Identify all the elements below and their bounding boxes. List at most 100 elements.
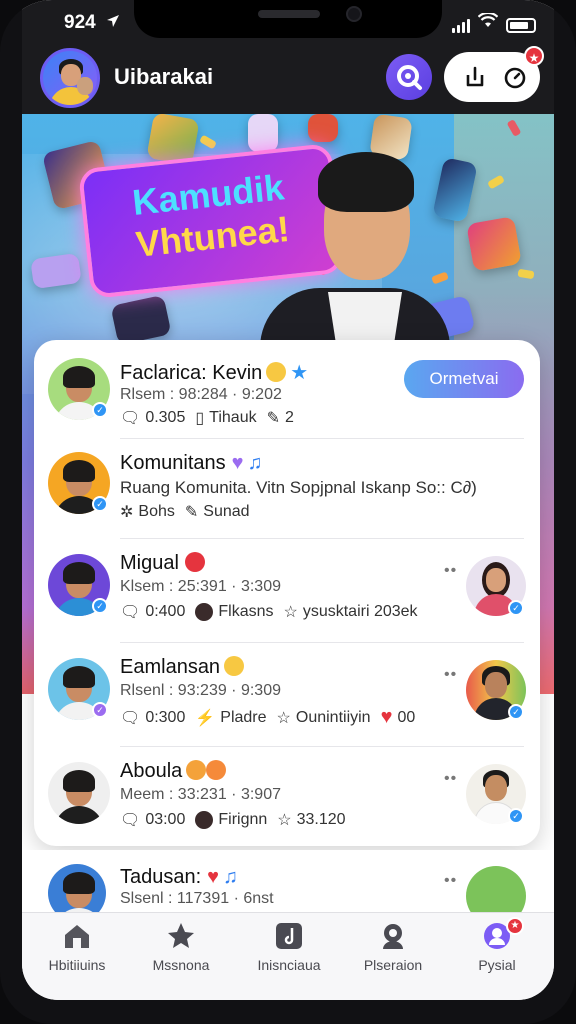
camera-notch xyxy=(134,0,442,38)
status-time: 924 xyxy=(64,12,96,33)
item-name: Migual xyxy=(120,552,205,575)
comment-icon: 🗨 xyxy=(120,812,141,829)
pin-icon: ✎ xyxy=(266,410,281,427)
item-meta: Rlsenl : 93:239 · 9:309 xyxy=(120,682,281,699)
comment-stat[interactable]: 🗨 0:300 xyxy=(120,708,185,728)
item-name: Aboula xyxy=(120,760,227,783)
avatar[interactable] xyxy=(48,762,110,824)
nav-item-music[interactable]: Inisnciaua xyxy=(234,921,344,973)
mini-avatar-icon xyxy=(195,811,214,829)
device-stat[interactable]: ▯ Tihauk xyxy=(195,408,256,428)
bottom-nav: Hbitiiuins Mssnona Inisnciaua Plseraion … xyxy=(22,912,554,1000)
more-options-icon[interactable]: •• xyxy=(444,770,457,788)
music-icon xyxy=(276,923,302,949)
smile-emoji-icon xyxy=(224,656,245,676)
gear-stat[interactable]: ✲ Bohs xyxy=(120,502,175,522)
nav-item-account[interactable]: Pysial ★ xyxy=(442,917,552,973)
item-stats: 🗨 0.305 ▯ Tihauk ✎ 2 xyxy=(120,408,294,428)
jar-tile-image xyxy=(248,114,278,152)
more-options-icon[interactable]: •• xyxy=(444,562,457,580)
verified-badge-icon: ✓ xyxy=(508,600,524,616)
list-item[interactable]: ✓ Eamlansan Rlsenl : 93:239 · 9:309 🗨 0:3… xyxy=(34,644,540,748)
search-icon xyxy=(397,65,422,90)
feed-card: ✓ Faclarica: Kevin ★ Rlsem : 98:284 · 9:2… xyxy=(34,340,540,846)
item-meta: Slsenl : 117391 · 6nst xyxy=(120,890,274,907)
item-stats: 🗨 0:300 ⚡ Pladre ☆ Ounintiiyin ♥ 00 xyxy=(120,706,415,729)
music-note-icon: ♫ xyxy=(223,866,239,888)
card-tile-image xyxy=(308,114,338,142)
item-name: Tadusan: ♥ ♫ xyxy=(120,866,239,888)
item-meta: Ruang Komunita. Vitn Sopjpnal Iskanp So:… xyxy=(120,478,477,497)
comment-icon: 🗨 xyxy=(120,604,141,621)
star-stat[interactable]: ☆ Ounintiiyin xyxy=(277,708,371,728)
header-actions: ★ xyxy=(444,46,544,102)
list-item[interactable]: ✓ Komunitans ♥ ♫ Ruang Komunita. Vitn Sopj… xyxy=(34,440,540,540)
list-item[interactable]: Aboula Meem : 33:231 · 3:907 🗨 03:00 Firi… xyxy=(34,748,540,846)
list-item[interactable]: ✓ Migual Klsem : 25:391 · 3:309 🗨 0:400 F… xyxy=(34,540,540,644)
pin-stat[interactable]: ✎ 2 xyxy=(267,408,294,428)
heart-icon: ♥ xyxy=(231,452,244,474)
item-meta: Klsem : 25:391 · 3:309 xyxy=(120,578,281,595)
nav-label: Pysial xyxy=(478,957,516,973)
list-item[interactable]: Tadusan: ♥ ♫ Slsenl : 117391 · 6nst •• xyxy=(22,850,554,926)
phone-frame: 924 Uibarakai ★ Kamudik Vhtunea! ✓ Facla… xyxy=(0,0,576,1024)
star-stat[interactable]: ☆ ysusktairi 203ek xyxy=(283,602,417,622)
star-stat[interactable]: ☆ 33.120 xyxy=(277,810,345,830)
verified-badge-icon: ✓ xyxy=(92,702,108,718)
status-bar: 924 xyxy=(22,0,554,44)
user-stat[interactable]: Firignn xyxy=(195,811,267,829)
nav-label: Hbitiiuins xyxy=(48,957,106,973)
location-arrow-icon xyxy=(106,14,120,33)
star-outline-icon: ☆ xyxy=(277,812,292,829)
edit-stat[interactable]: ✎ Sunad xyxy=(185,502,250,522)
app-header: Uibarakai ★ xyxy=(22,44,554,114)
wifi-icon xyxy=(477,11,499,33)
verified-badge-icon: ✓ xyxy=(508,704,524,720)
item-meta: Meem : 33:231 · 3:907 xyxy=(120,786,281,803)
device-icon: ▯ xyxy=(195,410,205,427)
nav-item-favorites[interactable]: Mssnona xyxy=(126,921,236,973)
star-icon xyxy=(168,923,194,948)
search-button[interactable] xyxy=(386,54,432,100)
comment-stat[interactable]: 🗨 03:00 xyxy=(120,810,185,830)
wink-emoji-icon xyxy=(206,760,227,780)
music-note-icon: ♫ xyxy=(247,452,263,474)
star-badge-icon: ★ xyxy=(290,362,309,384)
item-name: Faclarica: Kevin ★ xyxy=(120,362,309,384)
nav-label: Plseraion xyxy=(363,957,423,973)
more-options-icon[interactable]: •• xyxy=(444,872,457,890)
bolt-stat[interactable]: ⚡ Pladre xyxy=(195,708,266,728)
verified-badge-icon: ✓ xyxy=(508,808,524,824)
heart-stat[interactable]: ♥ 00 xyxy=(381,706,416,729)
user-stat[interactable]: Flkasns xyxy=(195,603,273,621)
edit-icon: ✎ xyxy=(184,504,199,521)
signal-icon xyxy=(452,19,470,33)
share-icon[interactable] xyxy=(462,64,488,90)
item-stats: 🗨 0:400 Flkasns ☆ ysusktairi 203ek xyxy=(120,602,418,622)
neutral-emoji-icon xyxy=(186,760,207,780)
verified-badge-icon: ✓ xyxy=(92,598,108,614)
comment-stat[interactable]: 🗨 0.305 xyxy=(120,408,185,428)
notification-badge: ★ xyxy=(524,46,544,66)
verified-badge-icon: ✓ xyxy=(92,402,108,418)
profile-avatar[interactable] xyxy=(40,48,100,108)
music-tile-image xyxy=(466,216,522,272)
more-options-icon[interactable]: •• xyxy=(444,666,457,684)
star-outline-icon: ☆ xyxy=(283,604,298,621)
list-item[interactable]: ✓ Faclarica: Kevin ★ Rlsem : 98:284 · 9:2… xyxy=(34,340,540,440)
heart-icon: ♥ xyxy=(380,706,393,728)
follow-button[interactable]: Ormetvai xyxy=(404,360,524,398)
grin-emoji-icon xyxy=(266,362,287,382)
nav-label: Mssnona xyxy=(152,957,210,973)
comment-icon: 🗨 xyxy=(120,709,141,727)
star-outline-icon: ☆ xyxy=(276,709,291,727)
nav-item-home[interactable]: Hbitiiuins xyxy=(22,921,132,973)
heart-icon: ♥ xyxy=(207,866,220,888)
nav-item-profile[interactable]: Plseraion xyxy=(338,921,448,973)
mini-avatar-icon xyxy=(195,603,214,621)
item-name: Komunitans ♥ ♫ xyxy=(120,452,263,474)
bolt-icon: ⚡ xyxy=(195,709,216,727)
profile-icon xyxy=(383,924,403,949)
timer-icon[interactable] xyxy=(502,64,528,90)
comment-stat[interactable]: 🗨 0:400 xyxy=(120,602,185,622)
